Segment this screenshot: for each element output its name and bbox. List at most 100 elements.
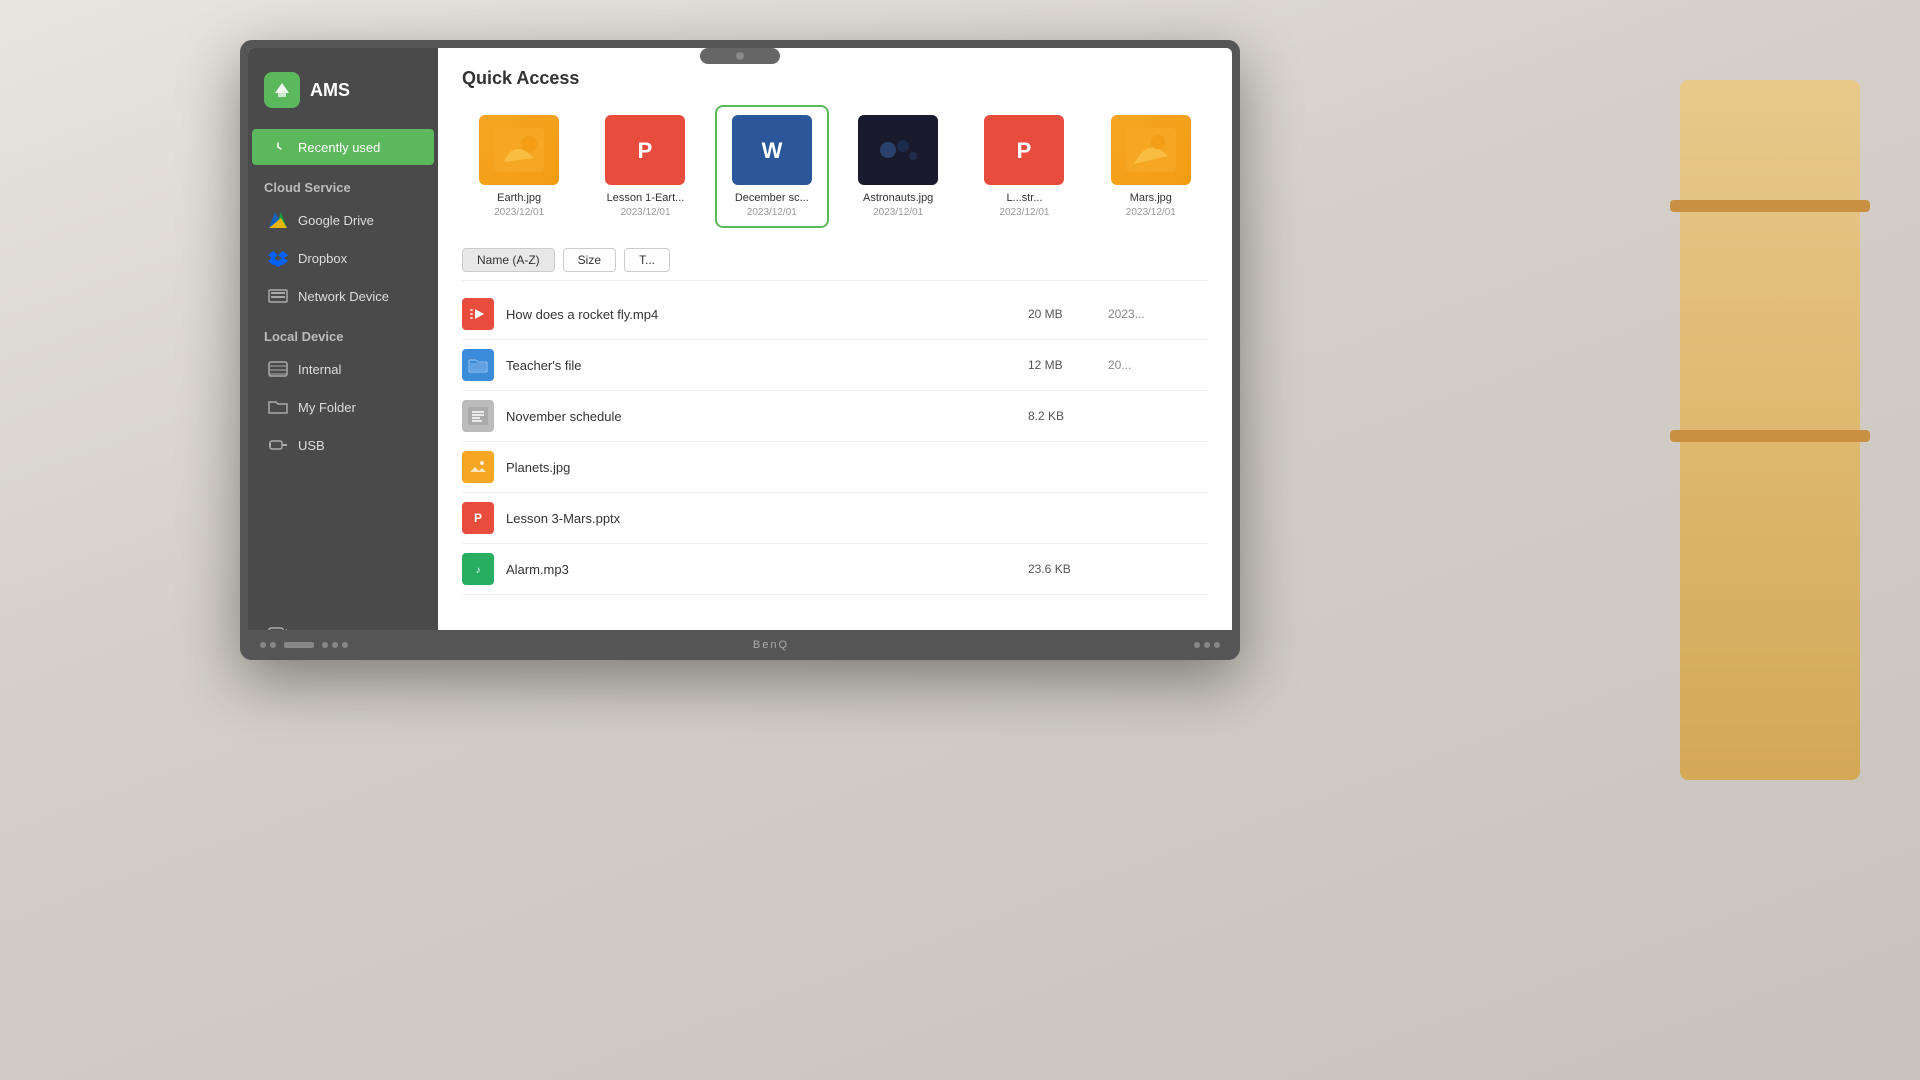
astronauts-thumb-name: Astronauts.jpg (863, 191, 933, 205)
file-thumb-lesson1[interactable]: P Lesson 1-Eart... 2023/12/01 (588, 105, 702, 228)
svg-text:P: P (638, 138, 653, 163)
lesson-str-thumb-date: 2023/12/01 (999, 207, 1049, 218)
quick-access-title: Quick Access (462, 68, 1208, 89)
cloud-service-section-label: Cloud Service (248, 166, 438, 201)
earth-thumb-name: Earth.jpg (497, 191, 541, 205)
december-thumb-name: December sc... (735, 191, 809, 205)
thumbnails-row: Earth.jpg 2023/12/01 P Lesson 1-Eart... … (462, 105, 1208, 228)
webcam-bar (700, 48, 780, 64)
sort-size-button[interactable]: Size (563, 248, 616, 272)
status-dot-1 (260, 642, 266, 648)
file-thumb-mars[interactable]: Mars.jpg 2023/12/01 (1094, 105, 1208, 228)
sidebar-network-device-label: Network Device (298, 289, 389, 304)
december-thumb-icon: W (732, 115, 812, 185)
sidebar-usb-label: USB (298, 438, 325, 453)
jpg-file-icon (462, 451, 494, 483)
sidebar: AMS Recently used Cloud Ser (248, 48, 438, 652)
folder-file-name: Teacher's file (506, 358, 1028, 373)
internal-icon (268, 359, 288, 379)
alarm-file-name: Alarm.mp3 (506, 562, 1028, 577)
monitor-bottom-bar: BenQ (240, 630, 1240, 660)
screen-layout: AMS Recently used Cloud Ser (248, 48, 1232, 652)
alarm-file-size: 23.6 KB (1028, 562, 1108, 576)
status-dot-3 (322, 642, 328, 648)
network-device-icon (268, 286, 288, 306)
december-thumb-date: 2023/12/01 (747, 207, 797, 218)
folder-file-date: 20... (1108, 358, 1208, 372)
webcam-dot (736, 52, 744, 60)
sidebar-item-my-folder[interactable]: My Folder (252, 389, 434, 425)
monitor-screen: AMS Recently used Cloud Ser (248, 48, 1232, 652)
status-dot-6 (1194, 642, 1200, 648)
file-row-video[interactable]: How does a rocket fly.mp4 20 MB 2023... (462, 289, 1208, 340)
pptx-file-icon: P (462, 502, 494, 534)
monitor-frame: AMS Recently used Cloud Ser (240, 40, 1240, 660)
file-row-folder[interactable]: Teacher's file 12 MB 20... (462, 340, 1208, 391)
app-title: AMS (310, 80, 350, 101)
monitor-bottom-left (260, 642, 348, 648)
status-dot-8 (1214, 642, 1220, 648)
status-dot-2 (270, 642, 276, 648)
sidebar-header: AMS (248, 64, 438, 128)
file-thumb-earth[interactable]: Earth.jpg 2023/12/01 (462, 105, 576, 228)
file-thumb-december[interactable]: W December sc... 2023/12/01 (715, 105, 829, 228)
sidebar-my-folder-label: My Folder (298, 400, 356, 415)
svg-text:P: P (1017, 138, 1032, 163)
lesson1-thumb-icon: P (605, 115, 685, 185)
sidebar-item-dropbox[interactable]: Dropbox (252, 240, 434, 276)
main-content: Quick Access Earth.jpg 2023 (438, 48, 1232, 652)
earth-thumb-date: 2023/12/01 (494, 207, 544, 218)
sidebar-google-drive-label: Google Drive (298, 213, 374, 228)
sidebar-recently-used-label: Recently used (298, 140, 380, 155)
local-device-section-label: Local Device (248, 315, 438, 350)
lesson3-file-name: Lesson 3-Mars.pptx (506, 511, 1028, 526)
sort-name-button[interactable]: Name (A-Z) (462, 248, 555, 272)
mp3-file-icon: ♪ (462, 553, 494, 585)
file-list-header: Name (A-Z) Size T... (462, 248, 1208, 281)
lesson1-thumb-name: Lesson 1-Eart... (607, 191, 685, 205)
status-dot-5 (342, 642, 348, 648)
file-thumb-astronauts[interactable]: Astronauts.jpg 2023/12/01 (841, 105, 955, 228)
lesson1-thumb-date: 2023/12/01 (620, 207, 670, 218)
doc-file-icon (462, 400, 494, 432)
sidebar-item-usb[interactable]: USB (252, 427, 434, 463)
doc-file-size: 8.2 KB (1028, 409, 1108, 423)
sidebar-item-recently-used[interactable]: Recently used (252, 129, 434, 165)
status-dot-7 (1204, 642, 1210, 648)
file-row-lesson3[interactable]: P Lesson 3-Mars.pptx (462, 493, 1208, 544)
video-file-size: 20 MB (1028, 307, 1108, 321)
file-row-planets[interactable]: Planets.jpg (462, 442, 1208, 493)
sort-type-button[interactable]: T... (624, 248, 670, 272)
svg-text:♪: ♪ (476, 565, 481, 576)
dropbox-icon (268, 248, 288, 268)
file-row-alarm[interactable]: ♪ Alarm.mp3 23.6 KB (462, 544, 1208, 595)
file-row-doc[interactable]: November schedule 8.2 KB (462, 391, 1208, 442)
usb-icon (268, 435, 288, 455)
svg-text:W: W (761, 138, 782, 163)
status-dot-4 (332, 642, 338, 648)
ams-logo-icon (264, 72, 300, 108)
lesson-str-thumb-name: L...str... (1006, 191, 1042, 205)
video-file-name: How does a rocket fly.mp4 (506, 307, 1028, 322)
video-file-date: 2023... (1108, 307, 1208, 321)
astronauts-thumb-icon (858, 115, 938, 185)
mars-thumb-icon (1111, 115, 1191, 185)
doc-file-name: November schedule (506, 409, 1028, 424)
shelf-decoration (1680, 80, 1860, 780)
sidebar-item-network-device[interactable]: Network Device (252, 278, 434, 314)
mars-thumb-date: 2023/12/01 (1126, 207, 1176, 218)
folder-icon (268, 397, 288, 417)
monitor-bottom-right (1194, 642, 1220, 648)
astronauts-thumb-date: 2023/12/01 (873, 207, 923, 218)
mars-thumb-name: Mars.jpg (1130, 191, 1172, 205)
earth-thumb-icon (479, 115, 559, 185)
sidebar-item-internal[interactable]: Internal (252, 351, 434, 387)
lesson-str-thumb-icon: P (984, 115, 1064, 185)
svg-text:P: P (474, 511, 482, 525)
clock-icon (268, 137, 288, 157)
file-thumb-lesson-str[interactable]: P L...str... 2023/12/01 (967, 105, 1081, 228)
video-file-icon (462, 298, 494, 330)
sidebar-internal-label: Internal (298, 362, 341, 377)
folder-file-icon (462, 349, 494, 381)
sidebar-item-google-drive[interactable]: Google Drive (252, 202, 434, 238)
